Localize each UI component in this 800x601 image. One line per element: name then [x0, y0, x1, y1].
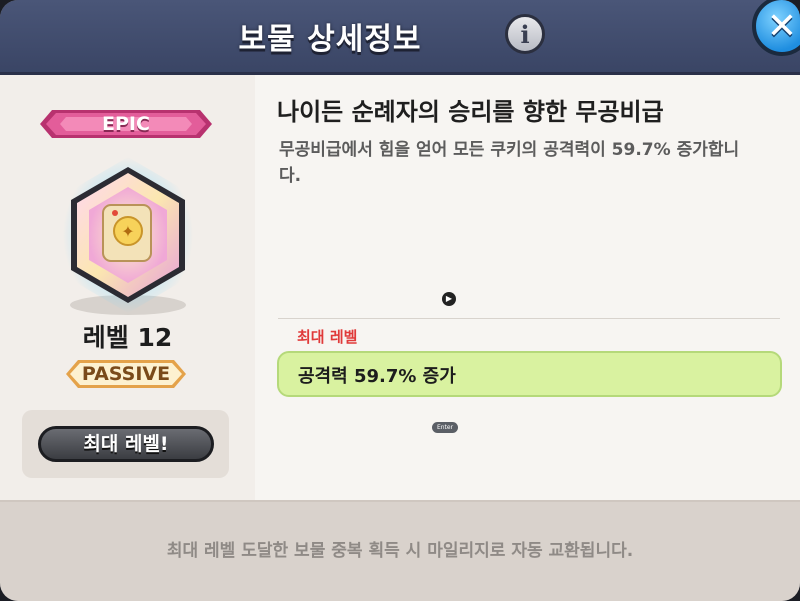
treasure-level: 레벨 12 [82, 323, 173, 352]
play-icon[interactable]: ▶ [442, 292, 456, 306]
effect-text: 공격력 59.7% 증가 [298, 366, 456, 387]
close-icon: ✕ [766, 5, 798, 47]
rarity-label: EPIC [102, 113, 150, 135]
max-level-button[interactable]: 최대 레벨! [38, 426, 214, 462]
footer-notice: 최대 레벨 도달한 보물 중복 획득 시 마일리지로 자동 교환됩니다. [166, 541, 634, 561]
treasure-description: 무공비급에서 힘을 얻어 모든 쿠키의 공격력이 59.7% 증가합니다. [279, 140, 740, 186]
treasure-icon: ✦ [63, 157, 193, 315]
svg-text:✦: ✦ [121, 222, 134, 241]
page-title: 보물 상세정보 [238, 22, 422, 57]
info-icon[interactable]: i [505, 14, 545, 54]
treasure-detail-panel: 보물 상세정보 i ✕ EPIC ✦ 레벨 12 PASSIVE 최대 레벨! … [0, 0, 800, 601]
max-level-label: 최대 레벨 [297, 328, 358, 346]
treasure-name: 나이든 순례자의 승리를 향한 무공비급 [277, 98, 664, 126]
enter-badge: Enter [432, 422, 458, 433]
passive-label: PASSIVE [81, 363, 171, 385]
divider [278, 318, 780, 319]
